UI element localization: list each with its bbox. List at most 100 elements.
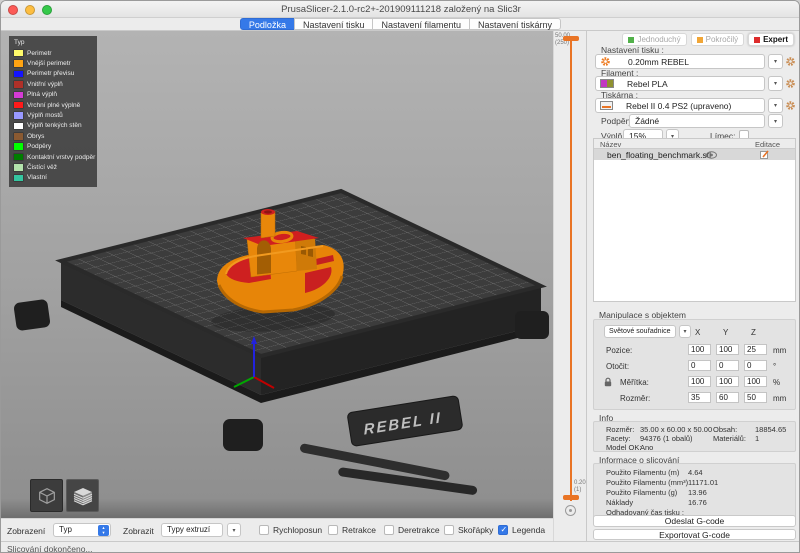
export-gcode-button[interactable]: Exportovat G-code bbox=[593, 529, 796, 541]
visibility-eye-icon[interactable] bbox=[706, 151, 717, 159]
slider-gear-icon[interactable] bbox=[565, 505, 576, 516]
object-list: Název Editace ben_floating_benchmark.stl bbox=[593, 138, 796, 302]
mode-expert-button[interactable]: Expert bbox=[748, 33, 794, 46]
layer-slider-track[interactable] bbox=[570, 39, 572, 501]
legend-item-label: Výplň mostů bbox=[27, 112, 63, 119]
checkbox-label: Legenda bbox=[512, 525, 545, 535]
position-x-input[interactable] bbox=[688, 344, 711, 355]
checkbox-box[interactable] bbox=[259, 525, 269, 535]
preview-toolbar: Zobrazení Typ ▴▾ Zobrazit Typy extruzí ▾… bbox=[1, 518, 553, 541]
scale-label: Měřítka: bbox=[620, 378, 649, 387]
scale-x-input[interactable] bbox=[688, 376, 711, 387]
legend-item: Perimetr převisu bbox=[14, 69, 93, 79]
slice-row-value: 4.64 bbox=[688, 468, 703, 477]
tab-print-settings[interactable]: Nastavení tisku bbox=[294, 18, 374, 30]
slice-row-label: Použito Filamentu (m) bbox=[606, 468, 679, 477]
printer-dropdown-button[interactable]: ▾ bbox=[768, 98, 783, 113]
checkbox-box[interactable] bbox=[384, 525, 394, 535]
rotate-y-input[interactable] bbox=[716, 360, 739, 371]
scale-z-input[interactable] bbox=[744, 376, 767, 387]
legend-item: Vnitřní výplň bbox=[14, 79, 93, 89]
legend-item-label: Perimetr bbox=[27, 50, 52, 57]
layer-slider-top-handle[interactable] bbox=[563, 36, 579, 41]
print-settings-dropdown-button[interactable]: ▾ bbox=[768, 54, 783, 69]
expert-mode-icon bbox=[754, 37, 760, 43]
supports-dropdown-button[interactable]: ▾ bbox=[768, 114, 783, 128]
manipulation-panel: Světové souřadnice ▾ X Y Z Pozice: mm Ot… bbox=[593, 319, 796, 410]
legend-swatch bbox=[14, 143, 23, 150]
printer-select[interactable]: Rebel II 0.4 PS2 (upraveno) bbox=[595, 98, 765, 113]
rotate-unit: ° bbox=[773, 362, 776, 371]
object-row[interactable]: ben_floating_benchmark.stl bbox=[594, 149, 795, 160]
filament-dropdown-button[interactable]: ▾ bbox=[768, 76, 783, 91]
supports-select[interactable]: Žádné bbox=[629, 114, 765, 128]
legend-item: Vrchní plné výplně bbox=[14, 100, 93, 110]
edit-object-icon[interactable] bbox=[760, 150, 769, 159]
simple-mode-icon bbox=[628, 37, 634, 43]
print-settings-edit-gear-icon[interactable] bbox=[784, 55, 796, 67]
slice-info-panel: Použito Filamentu (m) 4.64 Použito Filam… bbox=[593, 463, 796, 523]
sidebar: Jednoduchý Pokročilý Expert Nastavení ti… bbox=[586, 31, 800, 541]
checkbox-box[interactable] bbox=[328, 525, 338, 535]
legend-item: Čistící věž bbox=[14, 162, 93, 172]
checkbox-rychloposun[interactable]: Rychloposun bbox=[259, 525, 322, 535]
info-size-label: Rozměr: bbox=[606, 425, 634, 434]
info-manifold-value: Ano bbox=[640, 443, 653, 452]
info-facets-label: Facety: bbox=[606, 434, 631, 443]
coordinate-system-dropdown-button[interactable]: ▾ bbox=[679, 325, 691, 338]
send-gcode-button[interactable]: Odeslat G-code bbox=[593, 515, 796, 527]
show-select-value: Typy extruzí bbox=[167, 525, 210, 534]
legend-item: Podpěry bbox=[14, 142, 93, 152]
status-bar: Slicování dokončeno... bbox=[1, 541, 800, 553]
checkbox-deretrakce[interactable]: Deretrakce bbox=[384, 525, 440, 535]
supports-value: Žádné bbox=[635, 116, 659, 126]
position-z-input[interactable] bbox=[744, 344, 767, 355]
filament-select[interactable]: Rebel PLA bbox=[595, 76, 765, 91]
show-select-dropdown-button[interactable]: ▾ bbox=[227, 523, 241, 537]
size-x-input[interactable] bbox=[688, 392, 711, 403]
size-y-input[interactable] bbox=[716, 392, 739, 403]
info-size-value: 35.00 x 60.00 x 50.00 bbox=[640, 425, 712, 434]
size-unit: mm bbox=[773, 394, 786, 403]
checkbox-box[interactable] bbox=[498, 525, 508, 535]
position-y-input[interactable] bbox=[716, 344, 739, 355]
tab-plater[interactable]: Podložka bbox=[240, 18, 295, 30]
tab-printer-settings[interactable]: Nastavení tiskárny bbox=[469, 18, 561, 30]
checkbox-retrakce[interactable]: Retrakce bbox=[328, 525, 376, 535]
coordinate-system-select[interactable]: Světové souřadnice bbox=[604, 325, 676, 338]
uniform-scale-lock-icon[interactable] bbox=[604, 377, 612, 387]
mode-label: Expert bbox=[763, 35, 788, 44]
checkbox-label: Skořápky bbox=[458, 525, 493, 535]
print-settings-select[interactable]: 0.20mm REBEL bbox=[595, 54, 765, 69]
printer-edit-gear-icon[interactable] bbox=[784, 99, 796, 111]
3d-viewport[interactable]: REBEL II Typ Perimetr Vnější perimetr Pe… bbox=[1, 31, 553, 518]
checkbox-legenda[interactable]: Legenda bbox=[498, 525, 545, 535]
advanced-mode-icon bbox=[697, 37, 703, 43]
show-select[interactable]: Typy extruzí bbox=[161, 523, 223, 537]
mode-advanced-button[interactable]: Pokročilý bbox=[691, 33, 744, 46]
legend-swatch bbox=[14, 112, 23, 119]
checkbox-label: Rychloposun bbox=[273, 525, 322, 535]
3d-editor-view-button[interactable] bbox=[30, 479, 63, 512]
view-select[interactable]: Typ ▴▾ bbox=[53, 523, 111, 537]
checkbox-box[interactable] bbox=[444, 525, 454, 535]
scale-unit: % bbox=[773, 378, 780, 387]
size-z-input[interactable] bbox=[744, 392, 767, 403]
rotate-x-input[interactable] bbox=[688, 360, 711, 371]
printer-nameplate: REBEL II bbox=[347, 395, 463, 446]
mode-label: Pokročilý bbox=[706, 35, 738, 44]
preview-layers-view-button[interactable] bbox=[66, 479, 99, 512]
slice-row-label: Použito Filamentu (g) bbox=[606, 488, 677, 497]
slice-row-value: 13.96 bbox=[688, 488, 707, 497]
rotate-z-input[interactable] bbox=[744, 360, 767, 371]
info-volume-label: Obsah: bbox=[713, 425, 737, 434]
layer-slider-bottom-handle[interactable] bbox=[563, 495, 579, 500]
slice-row-label: Použito Filamentu (mm³) bbox=[606, 478, 688, 487]
filament-edit-gear-icon[interactable] bbox=[784, 77, 796, 89]
checkbox-skorapky[interactable]: Skořápky bbox=[444, 525, 493, 535]
printer-value: Rebel II 0.4 PS2 (upraveno) bbox=[626, 101, 731, 111]
axis-y-header: Y bbox=[723, 328, 728, 337]
checkbox-label: Deretrakce bbox=[398, 525, 440, 535]
scale-y-input[interactable] bbox=[716, 376, 739, 387]
tab-filament-settings[interactable]: Nastavení filamentu bbox=[372, 18, 470, 30]
